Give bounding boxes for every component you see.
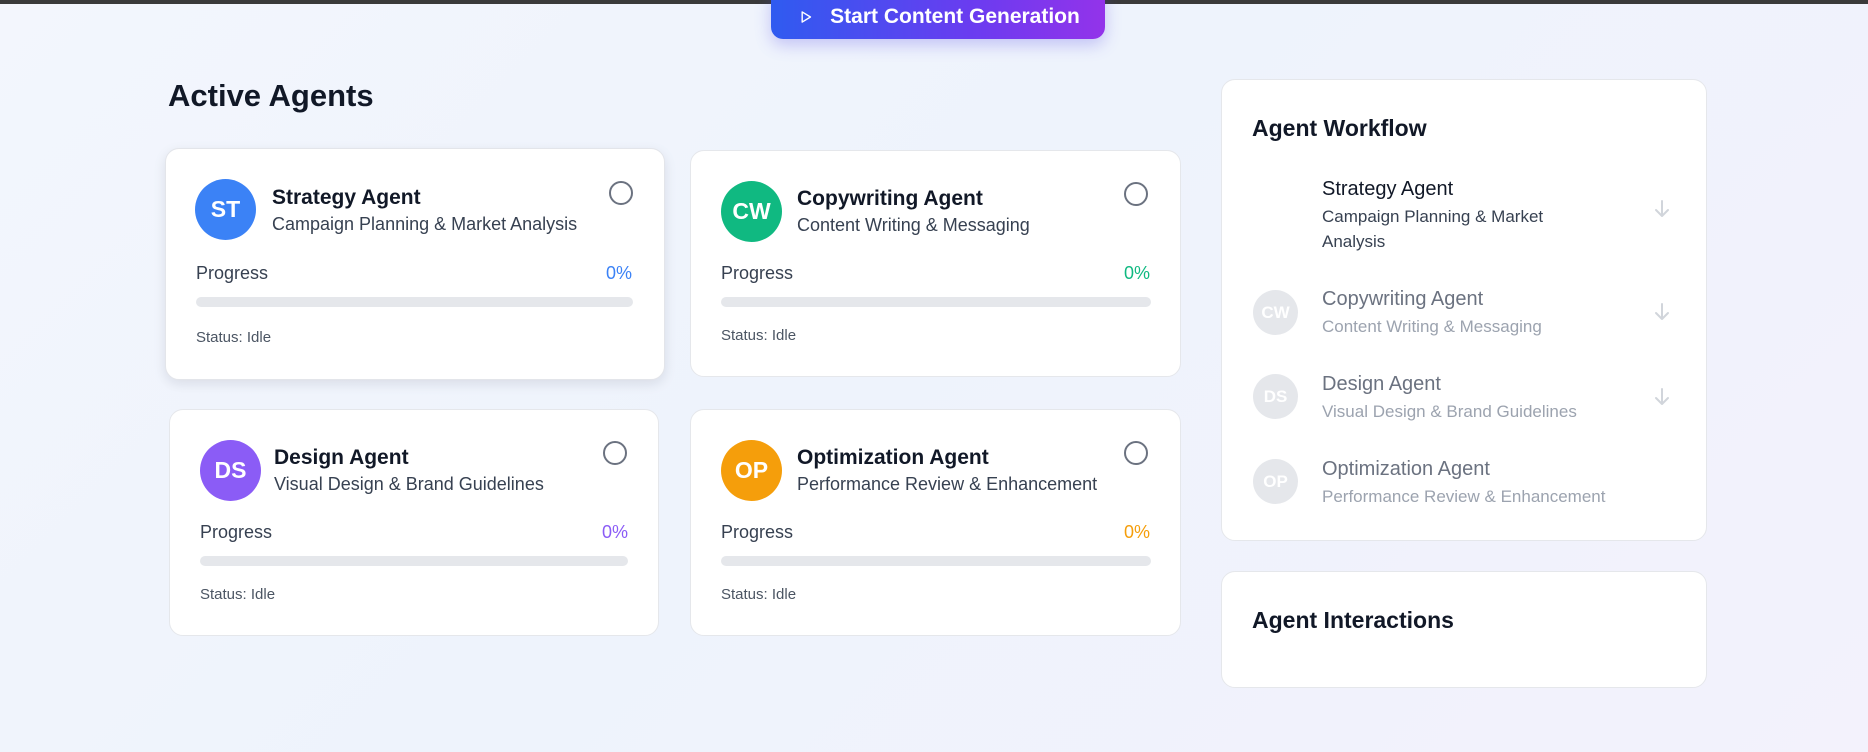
start-content-generation-button[interactable]: Start Content Generation	[771, 0, 1105, 39]
workflow-title: Agent Workflow	[1252, 115, 1427, 141]
agent-role: Performance Review & Enhancement	[797, 474, 1098, 494]
agent-select-radio[interactable]	[1124, 182, 1148, 206]
progress-value: 0%	[1123, 263, 1150, 283]
agent-card-copywriting[interactable]: CW Copywriting Agent Content Writing & M…	[690, 150, 1181, 377]
status-text: Status: Idle	[196, 329, 272, 346]
agent-select-radio[interactable]	[609, 181, 633, 205]
progress-label: Progress	[721, 263, 794, 283]
arrow-down-icon	[1655, 303, 1669, 320]
agent-interactions-panel: Agent Interactions	[1221, 571, 1707, 688]
agent-role: Visual Design & Brand Guidelines	[274, 474, 544, 494]
workflow-step-name: Strategy Agent	[1322, 178, 1454, 200]
status-text: Status: Idle	[200, 586, 276, 603]
avatar: OP	[721, 440, 782, 501]
progress-label: Progress	[200, 522, 273, 542]
agent-name: Strategy Agent	[272, 186, 421, 209]
workflow-step-role: Content Writing & Messaging	[1322, 317, 1542, 336]
agent-select-radio[interactable]	[1124, 441, 1148, 465]
workflow-step-role: Campaign Planning & Market Analysis	[1322, 207, 1544, 251]
progress-bar	[721, 297, 1151, 307]
progress-value: 0%	[605, 263, 632, 283]
workflow-step-name: Optimization Agent	[1322, 458, 1490, 480]
workflow-step-avatar: OP	[1253, 459, 1298, 504]
play-icon	[801, 10, 812, 23]
start-button-label: Start Content Generation	[830, 4, 1080, 28]
interactions-title: Agent Interactions	[1252, 607, 1454, 633]
progress-value: 0%	[1123, 522, 1150, 542]
agent-role: Campaign Planning & Market Analysis	[272, 214, 578, 234]
active-agents-title: Active Agents	[168, 78, 374, 113]
progress-value: 0%	[601, 522, 628, 542]
agent-card-strategy[interactable]: ST Strategy Agent Campaign Planning & Ma…	[165, 148, 665, 380]
agent-name: Design Agent	[274, 446, 409, 469]
agent-name: Copywriting Agent	[797, 187, 983, 210]
avatar: CW	[721, 181, 782, 242]
agent-role: Content Writing & Messaging	[797, 215, 1030, 235]
agent-select-radio[interactable]	[603, 441, 627, 465]
avatar: ST	[195, 179, 256, 240]
agent-card-design[interactable]: DS Design Agent Visual Design & Brand Gu…	[169, 409, 659, 636]
workflow-step-role: Performance Review & Enhancement	[1322, 487, 1606, 506]
workflow-step-name: Design Agent	[1322, 373, 1441, 395]
progress-label: Progress	[196, 263, 269, 283]
agent-workflow-panel: Agent Workflow Strategy Agent Campaign P…	[1221, 79, 1707, 541]
progress-bar	[200, 556, 628, 566]
agent-name: Optimization Agent	[797, 446, 989, 469]
progress-label: Progress	[721, 522, 794, 542]
arrow-down-icon	[1655, 388, 1669, 405]
status-text: Status: Idle	[721, 586, 797, 603]
agent-card-optimization[interactable]: OP Optimization Agent Performance Review…	[690, 409, 1181, 636]
avatar: DS	[200, 440, 261, 501]
workflow-step-avatar: CW	[1253, 290, 1298, 335]
workflow-step-avatar: DS	[1253, 374, 1298, 419]
progress-bar	[721, 556, 1151, 566]
workflow-step-role: Visual Design & Brand Guidelines	[1322, 402, 1577, 421]
workflow-step-name: Copywriting Agent	[1322, 288, 1484, 310]
progress-bar	[196, 297, 633, 307]
status-text: Status: Idle	[721, 327, 797, 344]
arrow-down-icon	[1655, 200, 1669, 217]
